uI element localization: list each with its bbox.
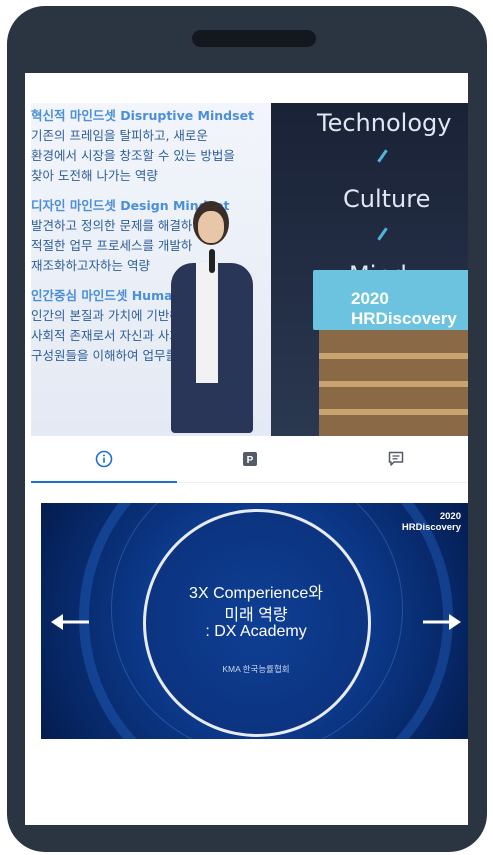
presentation-text-line: 혁신적 마인드셋 Disruptive Mindset <box>31 108 255 123</box>
speaker-face <box>198 211 224 243</box>
podium-name: HRDiscovery <box>351 309 457 328</box>
presentation-text-line: 환경에서 시장을 창조할 수 있는 방법을 <box>31 148 235 163</box>
slide-logo-year: 2020 <box>439 511 461 522</box>
speaker-shirt <box>196 263 218 383</box>
comment-icon <box>388 451 404 466</box>
tab-p[interactable]: P <box>177 437 323 481</box>
stage-word: Technology <box>317 109 452 137</box>
info-circle-icon <box>95 450 113 468</box>
presentation-text-line: 적절한 업무 프로세스를 개발하 <box>31 238 193 253</box>
next-slide-button[interactable] <box>419 609 463 635</box>
presentation-text-line: 찾아 도전해 나가는 역량 <box>31 168 158 183</box>
slide-subtitle: KMA 한국능률협회 <box>222 664 290 674</box>
slide-logo: 2020 HRDiscovery <box>402 511 461 533</box>
podium-year: 2020 <box>351 289 389 308</box>
p-badge-glyph: P <box>247 455 254 466</box>
presentation-text-line: 발견하고 정의한 문제를 해결하 <box>31 218 193 233</box>
active-tab-indicator <box>31 481 177 483</box>
tab-info[interactable] <box>31 437 177 481</box>
p-badge-icon: P <box>243 452 257 466</box>
podium-stripe <box>319 353 468 359</box>
phone-frame: 혁신적 마인드셋 Disruptive Mindset 기존의 프레임을 탈피하고… <box>7 6 487 852</box>
slide-logo-name: HRDiscovery <box>401 522 461 533</box>
slide-title-line1: 3X Comperience와 <box>189 585 323 602</box>
phone-speaker <box>192 30 316 47</box>
arrow-left-icon <box>51 614 89 630</box>
arrow-right-icon <box>423 614 461 630</box>
phone-screen: 혁신적 마인드셋 Disruptive Mindset 기존의 프레임을 탈피하고… <box>25 73 468 825</box>
presentation-text-line: 기존의 프레임을 탈피하고, 새로운 <box>31 128 208 143</box>
conference-photo: 혁신적 마인드셋 Disruptive Mindset 기존의 프레임을 탈피하고… <box>31 103 468 436</box>
podium-stripe <box>319 409 468 415</box>
podium-stripe <box>319 381 468 387</box>
presentation-slide: 2020 HRDiscovery 3X Comperience와 미래 역량 :… <box>41 503 468 739</box>
tab-comments[interactable] <box>323 437 468 481</box>
prev-slide-button[interactable] <box>49 609 93 635</box>
slide-title-line2: 미래 역량 <box>224 607 288 624</box>
tab-bar: P <box>31 437 468 483</box>
microphone <box>209 249 215 273</box>
stage-word: Culture <box>343 185 431 213</box>
presentation-text-line: 디자인 마인드셋 Design Mindset <box>31 198 230 213</box>
slide-title-line3: : DX Academy <box>205 623 307 640</box>
